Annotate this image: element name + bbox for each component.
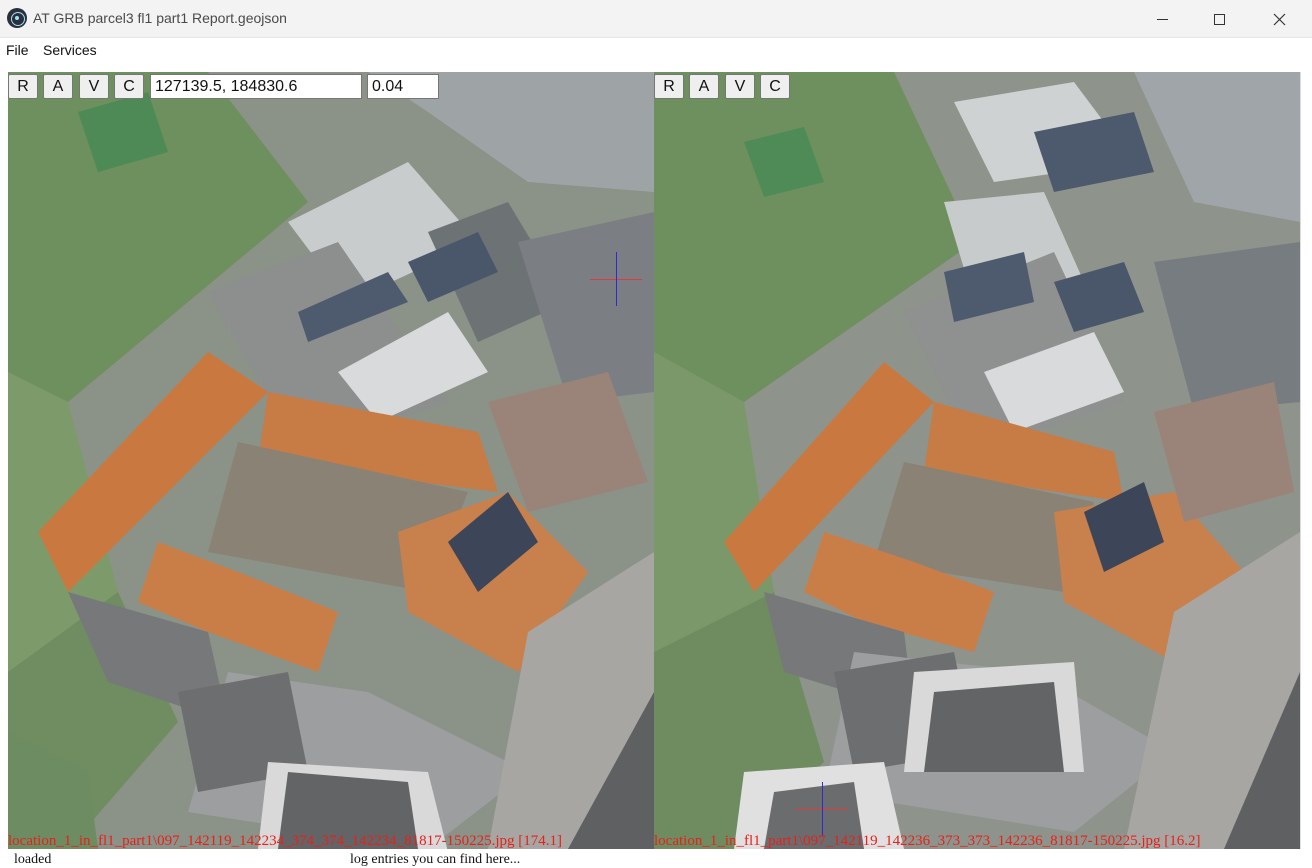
close-icon — [1273, 13, 1285, 25]
aerial-photo-left — [8, 72, 654, 849]
crosshair-marker — [590, 252, 642, 306]
maximize-button[interactable] — [1196, 0, 1242, 38]
v-button-right[interactable]: V — [725, 74, 755, 99]
right-edge-panel — [1300, 72, 1312, 849]
reset-button-right[interactable]: R — [654, 74, 684, 99]
a-button[interactable]: A — [43, 74, 73, 99]
menu-services[interactable]: Services — [43, 42, 97, 58]
menu-bar: File Services — [0, 38, 1312, 64]
left-image-viewer[interactable] — [8, 72, 654, 849]
c-button[interactable]: C — [114, 74, 144, 99]
right-image-caption: location_1_in_fl1_part1\097_142119_14223… — [654, 833, 1201, 849]
scale-input[interactable] — [367, 74, 439, 99]
coordinates-input[interactable] — [150, 74, 362, 99]
title-bar: AT GRB parcel3 fl1 part1 Report.geojson — [0, 0, 1312, 38]
aerial-photo-right — [654, 72, 1300, 849]
reset-button[interactable]: R — [8, 74, 38, 99]
maximize-icon — [1213, 13, 1225, 25]
status-bar: loaded log entries you can find here... — [0, 849, 1312, 867]
v-button[interactable]: V — [79, 74, 109, 99]
menu-file[interactable]: File — [6, 42, 29, 58]
c-button-right[interactable]: C — [760, 74, 790, 99]
left-image-caption: location_1_in_fl1_part1\097_142119_14223… — [8, 833, 562, 849]
app-logo-icon — [7, 8, 27, 28]
minimize-button[interactable] — [1139, 0, 1185, 38]
right-image-viewer[interactable] — [654, 72, 1300, 849]
minimize-icon — [1156, 18, 1168, 20]
a-button-right[interactable]: A — [689, 74, 719, 99]
window-title: AT GRB parcel3 fl1 part1 Report.geojson — [33, 10, 287, 26]
status-loaded: loaded — [14, 852, 52, 867]
close-button[interactable] — [1256, 0, 1302, 38]
crosshair-marker — [796, 782, 848, 836]
status-log-hint[interactable]: log entries you can find here... — [350, 852, 520, 868]
